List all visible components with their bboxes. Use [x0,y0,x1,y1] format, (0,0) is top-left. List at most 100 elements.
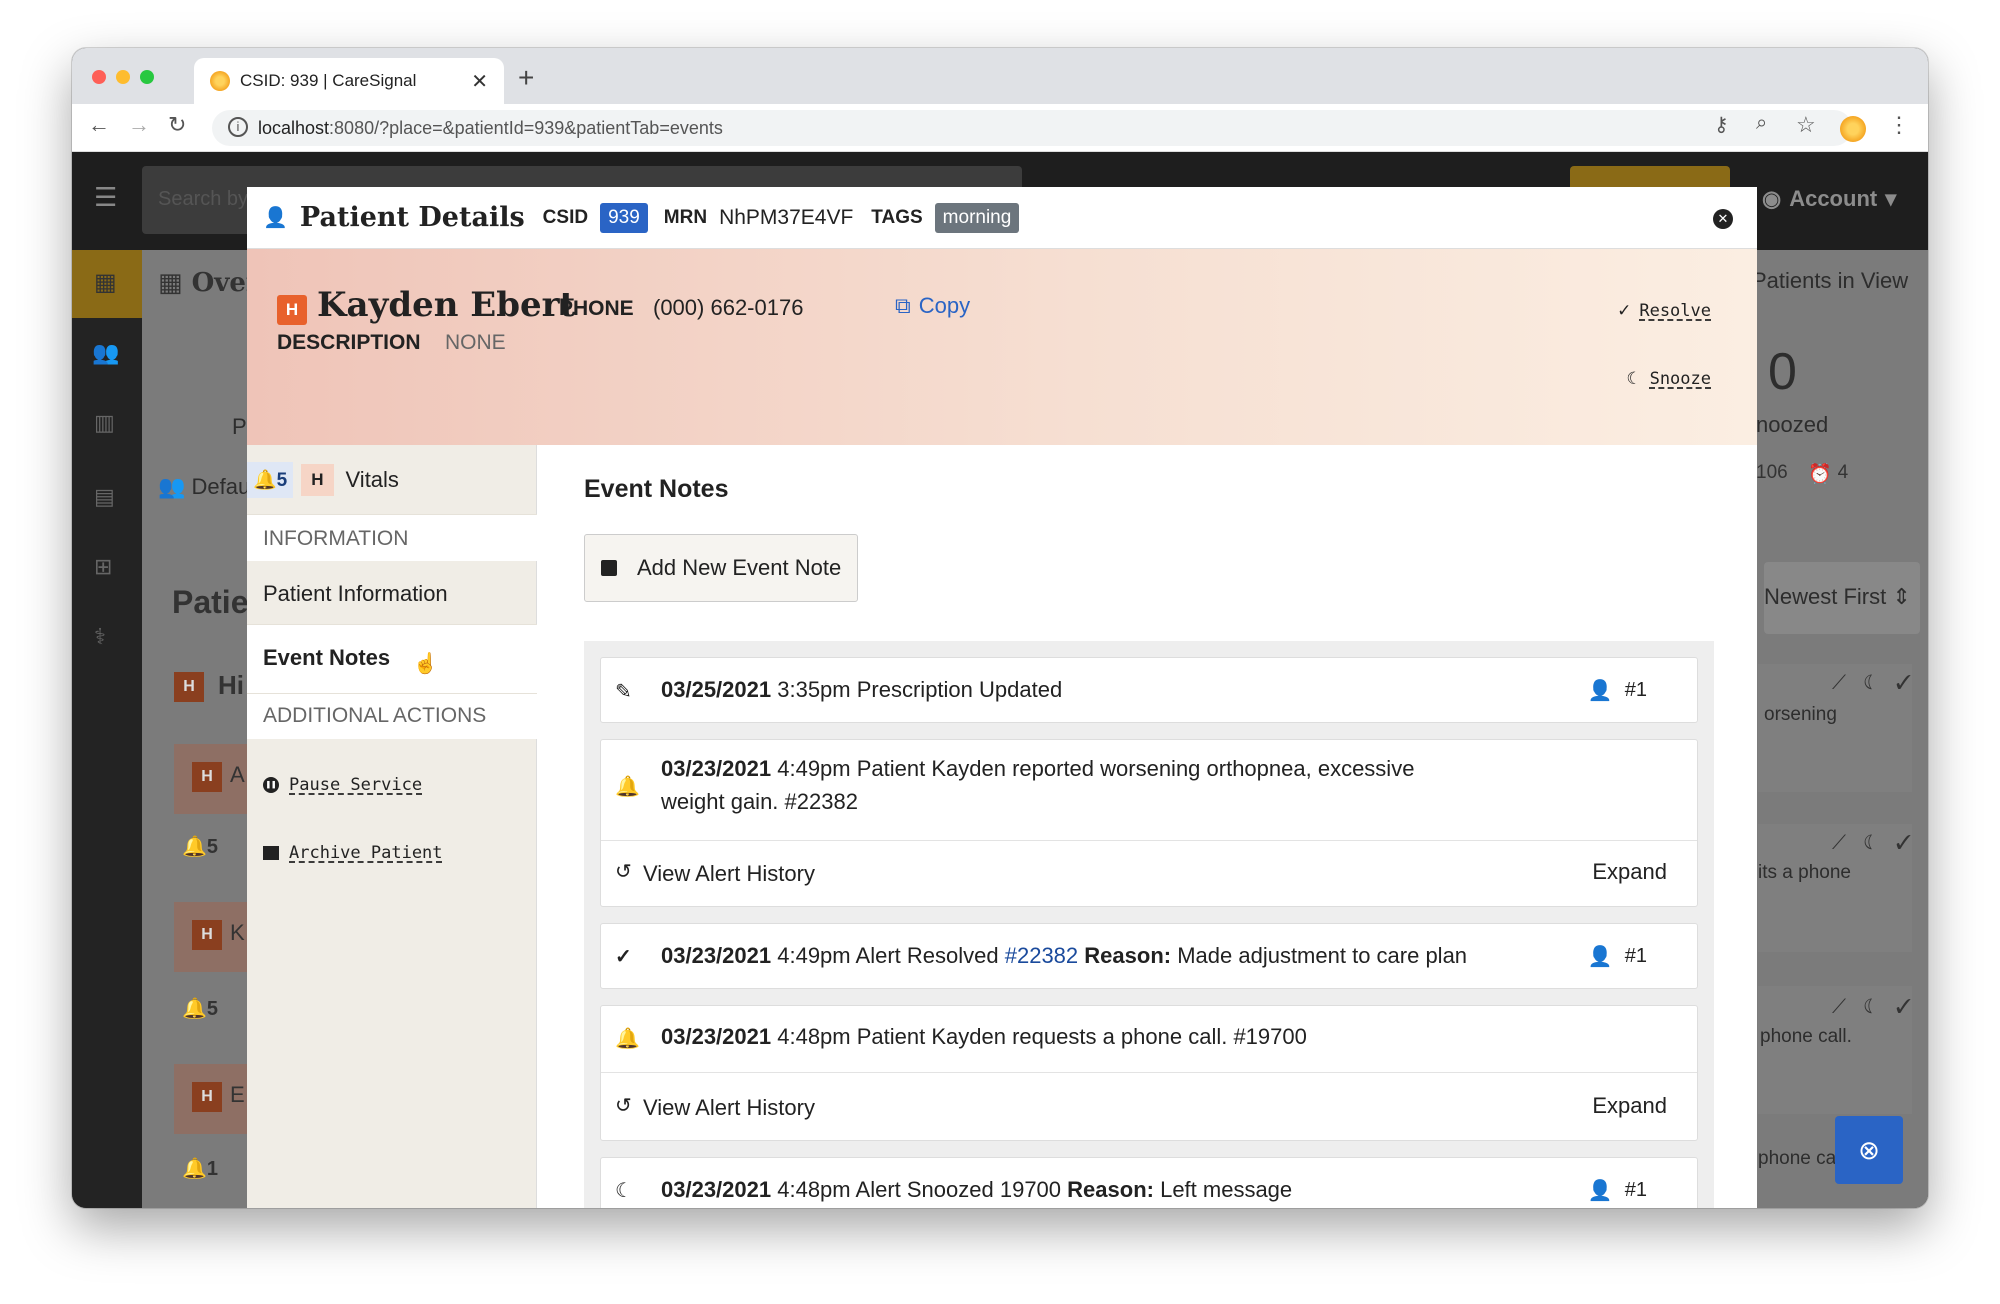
browser-menu-icon[interactable]: ⋮ [1888,112,1910,138]
event-feed: ✎ 03/25/2021 3:35pm Prescription Updated… [584,641,1714,1208]
bg-actions-2: ⟋☾✓ [1832,832,1928,854]
info-icon: i [228,117,248,137]
snoozed-count: 0 [1768,343,1797,401]
alert-history-row: ↺ View Alert History Expand [601,1072,1697,1138]
patient-hero: H Kayden Ebert PHONE (000) 662-0176 ⧉ Cop… [247,249,1757,445]
close-modal-icon[interactable]: ✕ [1713,209,1733,229]
back-arrow-icon[interactable]: ← [88,112,110,138]
reload-icon[interactable]: ↻ [168,112,186,138]
sort-caret-icon: ⇕ [1892,584,1911,609]
vitals-label: Vitals [345,466,399,492]
forward-arrow-icon[interactable]: → [128,112,150,138]
maximize-window-button[interactable] [140,70,154,84]
bg-card-e: HE [174,1064,254,1134]
extension-icon[interactable] [1840,116,1866,142]
url-field[interactable]: i localhost:8080/?place=&patientId=939&p… [212,110,1852,146]
account-menu[interactable]: ◉ Account ▾ [1762,186,1896,212]
check-icon: ✓ [1617,301,1632,321]
chart-icon[interactable]: ▥ [94,410,115,436]
bg-count-b: 4 [1837,462,1849,483]
close-tab-icon[interactable]: ✕ [471,69,488,94]
copy-phone-button[interactable]: ⧉ Copy [895,293,970,319]
vitals-alert-count: 🔔5 [247,461,294,498]
bg-list-label: Hi [218,670,244,700]
event-card: 🔔 03/23/2021 4:48pm Patient Kayden reque… [600,1005,1698,1141]
help-lifebuoy-button[interactable]: ⊗ [1835,1116,1903,1184]
zoom-icon[interactable]: ⌕ [1756,112,1767,135]
snoozed-label: noozed [1756,412,1829,437]
view-alert-history-link[interactable]: View Alert History [643,861,815,887]
mrn-label: MRN [663,206,708,228]
event-user-ref: 👤 #1 [1587,945,1647,968]
information-header: INFORMATION [247,515,537,561]
priority-badge: H [277,295,307,325]
bg-bell-a: 🔔5 [182,836,219,858]
caresignal-favicon-icon [210,71,230,91]
history-icon: ↺ [615,1095,632,1117]
patients-heading: Patie [172,584,249,620]
add-event-note-button[interactable]: Add New Event Note [584,534,858,602]
url-host: localhost [258,117,330,138]
bg-bell-e: 🔔1 [182,1158,219,1180]
tag-badge: morning [934,202,1020,233]
bg-bell-k: 🔔5 [182,998,219,1020]
calendar-icon[interactable]: ▤ [94,484,115,510]
event-user-ref: 👤 #1 [1587,679,1647,702]
bookmark-star-icon[interactable]: ☆ [1796,112,1816,138]
browser-window: CSID: 939 | CareSignal ✕ + ← → ↻ i local… [72,48,1928,1208]
sort-label: Newest First [1764,584,1887,609]
event-text: 03/25/2021 3:35pm Prescription Updated [661,677,1063,702]
patient-name: Kayden Ebert [317,285,576,325]
close-window-button[interactable] [92,70,106,84]
stethoscope-icon[interactable]: ⚕ [94,624,106,650]
moon-icon: ☾ [615,1180,633,1202]
alarm-clock-icon: ⏰ [1808,464,1832,485]
phone-label: PHONE [559,297,634,320]
user-icon: 👤 [1587,946,1613,968]
sticky-note-icon [601,560,617,576]
event-card: ✎ 03/25/2021 3:35pm Prescription Updated… [600,657,1698,723]
event-card: ☾ 03/23/2021 4:48pm Alert Snoozed 19700 … [600,1157,1698,1208]
sidebar-item-vitals[interactable]: 🔔5 H Vitals [247,445,537,515]
minimize-window-button[interactable] [116,70,130,84]
event-notes-panel: Event Notes Add New Event Note ✎ 03/25/2… [537,445,1757,1208]
bg-card-k: HK [174,902,254,972]
history-icon: ↺ [615,861,632,883]
new-tab-button[interactable]: + [518,62,534,94]
resolve-button[interactable]: ✓ Resolve [1617,301,1711,321]
nav-overview[interactable]: ▦ [72,250,142,318]
hamburger-menu-icon[interactable]: ☰ [94,182,117,213]
additional-actions-header: ADDITIONAL ACTIONS [247,693,537,739]
sidebar-item-event-notes[interactable]: Event Notes ☝ [247,625,537,693]
bg-fragment: P [232,414,247,439]
archive-patient-label: Archive Patient [289,843,443,863]
users-icon[interactable]: 👥 [92,340,119,366]
bg-actions-1: ⟋☾✓ [1832,672,1928,694]
modal-title: Patient Details [299,202,525,233]
user-icon: 👤 [1587,1180,1613,1202]
user-icon: 👤 [1587,680,1613,702]
tab-title: CSID: 939 | CareSignal [240,71,417,90]
snooze-button[interactable]: ☾ Snooze [1626,369,1711,389]
view-alert-history-link[interactable]: View Alert History [643,1095,815,1121]
alert-history-row: ↺ View Alert History Expand [601,840,1697,906]
sort-select[interactable]: Newest First ⇕ [1764,562,1920,634]
mrn-value: NhPM37E4VF [719,205,854,229]
key-icon[interactable]: ⚷ [1714,112,1729,137]
bg-actions-3: ⟋☾✓ [1832,996,1928,1018]
medkit-icon[interactable]: ⊞ [94,554,112,580]
pause-service-button[interactable]: ❚❚ Pause Service [247,765,537,805]
sidebar-item-patient-information[interactable]: Patient Information [247,561,537,625]
copy-icon: ⧉ [895,293,911,318]
expand-button[interactable]: Expand [1592,859,1667,885]
users-icon: 👥 [158,474,192,499]
bg-priority-badge: H [174,672,204,702]
pause-service-label: Pause Service [289,775,423,795]
event-text: 03/23/2021 4:49pm Patient Kayden reporte… [661,756,1415,814]
expand-button[interactable]: Expand [1592,1093,1667,1119]
address-bar: ← → ↻ i localhost:8080/?place=&patientId… [72,104,1928,152]
alert-link[interactable]: #22382 [1005,943,1078,968]
archive-patient-button[interactable]: Archive Patient [247,833,537,873]
browser-tab[interactable]: CSID: 939 | CareSignal ✕ [194,58,504,104]
moon-icon: ☾ [1626,369,1642,389]
